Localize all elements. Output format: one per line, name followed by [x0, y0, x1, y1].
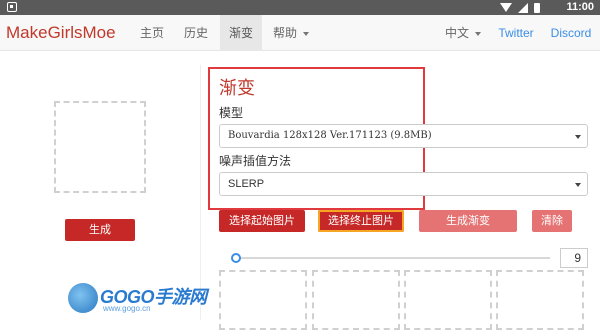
noise-method-select[interactable]: SLERP — [219, 172, 588, 196]
generated-image-preview — [54, 101, 146, 193]
nav-interpolation[interactable]: 渐变 — [220, 15, 262, 51]
model-select-value: Bouvardia 128x128 Ver.171123 (9.8MB) — [228, 130, 432, 141]
interpolation-slider-thumb[interactable] — [231, 253, 241, 263]
clock: 11:00 — [566, 1, 594, 13]
panel-divider — [200, 65, 201, 320]
app-icon — [7, 2, 17, 12]
watermark-logo-icon — [68, 283, 98, 313]
steps-input[interactable]: 9 — [560, 248, 588, 268]
interpolation-slot — [312, 270, 400, 330]
nav-help-label: 帮助 — [272, 26, 297, 40]
chevron-down-icon — [575, 183, 581, 187]
nav-help-dropdown[interactable]: 帮助 — [264, 15, 318, 51]
interpolation-slot — [496, 270, 584, 330]
select-end-image-button[interactable]: 选择终止图片 — [318, 210, 404, 232]
noise-method-value: SLERP — [228, 178, 265, 190]
generate-button[interactable]: 生成 — [65, 219, 135, 241]
nav-history-label: 历史 — [183, 26, 208, 40]
brand-logo[interactable]: MakeGirlsMoe — [6, 15, 116, 51]
model-label: 模型 — [219, 106, 244, 120]
discord-link[interactable]: Discord — [546, 15, 596, 51]
twitter-link[interactable]: Twitter — [492, 15, 540, 51]
nav-interpolation-label: 渐变 — [228, 26, 253, 40]
model-select[interactable]: Bouvardia 128x128 Ver.171123 (9.8MB) — [219, 124, 588, 148]
section-title: 渐变 — [219, 78, 255, 99]
nav-home[interactable]: 主页 — [128, 15, 176, 51]
wifi-icon — [500, 3, 512, 12]
battery-icon — [534, 2, 540, 13]
system-icons — [500, 2, 540, 13]
nav-history[interactable]: 历史 — [174, 15, 218, 51]
chevron-down-icon — [575, 135, 581, 139]
status-bar: 11:00 — [0, 0, 600, 15]
signal-icon — [518, 2, 528, 13]
interpolation-slot — [219, 270, 307, 330]
language-label: 中文 — [444, 26, 469, 40]
chevron-down-icon — [303, 31, 309, 36]
nav-home-label: 主页 — [139, 26, 164, 40]
navbar: MakeGirlsMoe 主页 历史 渐变 帮助 中文 Twitter Disc… — [0, 15, 600, 51]
interpolation-slider-track[interactable] — [232, 257, 550, 259]
noise-method-label: 噪声插值方法 — [219, 154, 292, 168]
watermark-url: www.gogo.cn — [103, 304, 151, 313]
clear-button[interactable]: 清除 — [532, 210, 572, 232]
select-start-image-button[interactable]: 选择起始图片 — [219, 210, 305, 232]
generate-interpolation-button[interactable]: 生成渐变 — [419, 210, 517, 232]
interpolation-slot — [404, 270, 492, 330]
chevron-down-icon — [475, 31, 481, 36]
language-dropdown[interactable]: 中文 — [436, 15, 490, 51]
